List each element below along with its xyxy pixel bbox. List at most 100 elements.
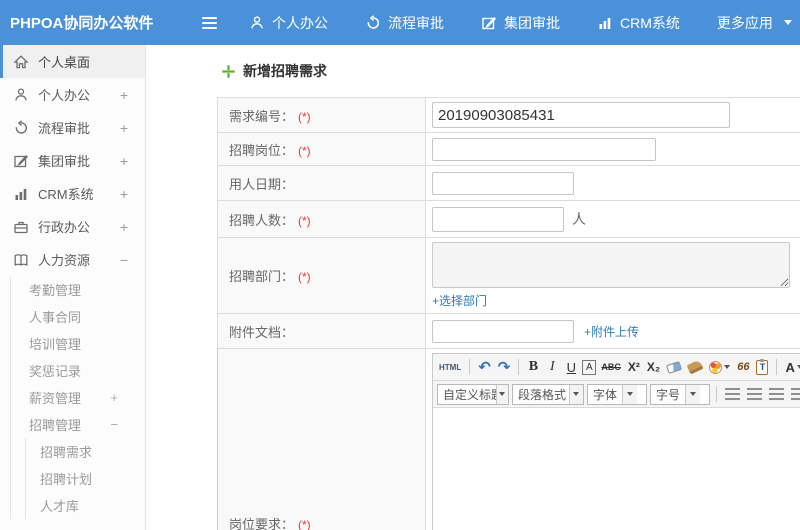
sidebar-item-training[interactable]: 培训管理 xyxy=(11,330,145,357)
bar-chart-icon xyxy=(13,186,29,202)
nav-personal-office[interactable]: 个人办公 xyxy=(249,13,328,33)
attachment-input[interactable] xyxy=(432,319,574,343)
sidebar-item-personal-office[interactable]: 个人办公 + xyxy=(0,78,145,111)
sidebar-item-administration[interactable]: 行政办公 + xyxy=(0,210,145,243)
required-mark: (*) xyxy=(298,143,311,158)
sidebar-item-attendance[interactable]: 考勤管理 xyxy=(11,276,145,303)
table-row: 岗位要求： (*) HTML ↶ ↷ B I U A ABC X² X₂ 66 … xyxy=(217,348,800,530)
paste-as-text-icon[interactable]: T xyxy=(754,357,770,378)
paragraph-format-select[interactable]: 段落格式 xyxy=(512,383,584,405)
font-size-select[interactable]: 字号 xyxy=(650,383,710,405)
caret-down-icon xyxy=(622,384,638,404)
font-color-button[interactable]: A xyxy=(783,357,800,378)
sidebar-item-group-approval[interactable]: 集团审批 + xyxy=(0,144,145,177)
font-style-button[interactable]: A xyxy=(582,359,597,375)
sidebar-item-label: 行政办公 xyxy=(38,220,91,235)
justify-icon[interactable] xyxy=(789,384,800,405)
sidebar-item-crm-system[interactable]: CRM系统 + xyxy=(0,177,145,210)
sidebar-item-label: 个人办公 xyxy=(38,88,91,103)
sidebar-item-talent-pool[interactable]: 人才库 xyxy=(26,492,145,519)
expand-toggle[interactable]: + xyxy=(120,219,128,235)
edit-square-icon xyxy=(481,15,497,31)
nav-workflow-approval[interactable]: 流程审批 xyxy=(365,13,444,33)
color-palette-icon[interactable] xyxy=(707,357,732,378)
page-title: 新增招聘需求 xyxy=(222,61,800,81)
sidebar-item-label: 招聘需求 xyxy=(40,445,93,460)
strikethrough-button[interactable]: ABC xyxy=(599,357,623,378)
hamburger-menu-icon[interactable] xyxy=(198,13,221,33)
underline-button[interactable]: U xyxy=(563,357,579,378)
table-row: 招聘人数： (*) 人 xyxy=(217,200,800,238)
position-label-cell: 招聘岗位： (*) xyxy=(217,132,426,166)
hire-date-input[interactable] xyxy=(432,171,574,195)
required-mark: (*) xyxy=(298,270,311,284)
collapse-toggle[interactable]: − xyxy=(110,417,118,432)
align-left-icon[interactable] xyxy=(723,384,742,405)
nav-label: 个人办公 xyxy=(272,14,328,31)
briefcase-icon xyxy=(13,219,29,235)
hr-submenu: 考勤管理 人事合同 培训管理 奖惩记录 薪资管理 + 招聘管理 − 招聘需求 招… xyxy=(10,276,145,519)
bar-chart-icon xyxy=(597,15,613,31)
app-title: PHPOA协同办公软件 xyxy=(10,15,154,32)
sidebar-item-personal-desktop[interactable]: 个人桌面 xyxy=(0,45,145,78)
table-row: 用人日期： xyxy=(217,165,800,201)
heading-select[interactable]: 自定义标题 xyxy=(437,383,509,405)
editor-content-area[interactable] xyxy=(433,408,800,530)
sidebar-item-label: 人力资源 xyxy=(38,253,91,268)
align-center-icon[interactable] xyxy=(745,384,764,405)
sidebar-item-recruitment[interactable]: 招聘管理 − xyxy=(11,411,145,438)
bold-button[interactable]: B xyxy=(525,357,541,378)
format-brush-icon[interactable] xyxy=(686,357,704,378)
sidebar-item-human-resources[interactable]: 人力资源 − xyxy=(0,243,145,276)
sidebar-item-label: 流程审批 xyxy=(38,121,91,136)
nav-crm-system[interactable]: CRM系统 xyxy=(597,13,680,33)
requirements-label: 岗位要求： xyxy=(229,517,295,530)
expand-toggle[interactable]: + xyxy=(120,186,128,202)
headcount-input[interactable] xyxy=(432,206,564,232)
sidebar-item-recruitment-demand[interactable]: 招聘需求 xyxy=(26,438,145,465)
position-input[interactable] xyxy=(432,137,656,161)
superscript-button[interactable]: X² xyxy=(626,357,642,378)
sidebar-item-workflow-approval[interactable]: 流程审批 + xyxy=(0,111,145,144)
sidebar-item-recruitment-plan[interactable]: 招聘计划 xyxy=(26,465,145,492)
attachment-upload-link[interactable]: +附件上传 xyxy=(584,323,639,340)
expand-toggle[interactable]: + xyxy=(120,87,128,103)
required-mark: (*) xyxy=(298,518,311,530)
html-source-button[interactable]: HTML xyxy=(437,357,463,378)
select-department-link[interactable]: +选择部门 xyxy=(432,292,800,309)
table-row: 附件文档： +附件上传 xyxy=(217,313,800,349)
expand-toggle[interactable]: + xyxy=(120,153,128,169)
nav-more-apps[interactable]: 更多应用 xyxy=(717,13,792,33)
subscript-button[interactable]: X₂ xyxy=(645,357,662,378)
sidebar-item-label: 招聘计划 xyxy=(40,472,93,487)
caret-down-icon xyxy=(568,384,583,404)
blockquote-button[interactable]: 66 xyxy=(735,357,751,378)
user-icon xyxy=(13,87,29,103)
sidebar-item-rewards-punishments[interactable]: 奖惩记录 xyxy=(11,357,145,384)
book-icon xyxy=(13,252,29,268)
sidebar-item-label: 人才库 xyxy=(40,499,80,514)
caret-down-icon xyxy=(685,384,701,404)
undo-icon[interactable]: ↶ xyxy=(476,357,493,378)
department-label: 招聘部门： xyxy=(229,269,295,284)
align-right-icon[interactable] xyxy=(767,384,786,405)
italic-button[interactable]: I xyxy=(544,357,560,378)
sidebar-item-hr-contract[interactable]: 人事合同 xyxy=(11,303,145,330)
demand-no-input[interactable] xyxy=(432,102,730,128)
demand-no-label: 需求编号： xyxy=(229,108,295,124)
nav-group-approval[interactable]: 集团审批 xyxy=(481,13,560,33)
rich-text-editor: HTML ↶ ↷ B I U A ABC X² X₂ 66 T A 自定义标 段… xyxy=(432,353,800,530)
hire-date-label-cell: 用人日期： xyxy=(217,165,426,201)
collapse-toggle[interactable]: − xyxy=(120,252,128,268)
redo-icon[interactable]: ↷ xyxy=(496,357,513,378)
department-textarea[interactable] xyxy=(432,242,790,288)
font-family-select[interactable]: 字体 xyxy=(587,383,647,405)
expand-toggle[interactable]: + xyxy=(120,120,128,136)
sidebar-item-salary[interactable]: 薪资管理 + xyxy=(11,384,145,411)
main-content: 新增招聘需求 需求编号：(*) 招聘岗位：(*) xyxy=(146,45,800,530)
required-mark: (*) xyxy=(298,109,311,124)
top-nav: 个人办公 流程审批 集团审批 CRM系统 更多应用 xyxy=(249,13,792,33)
expand-toggle[interactable]: + xyxy=(110,390,118,405)
eraser-icon[interactable] xyxy=(665,357,683,378)
attachment-label: 附件文档： xyxy=(229,324,295,340)
